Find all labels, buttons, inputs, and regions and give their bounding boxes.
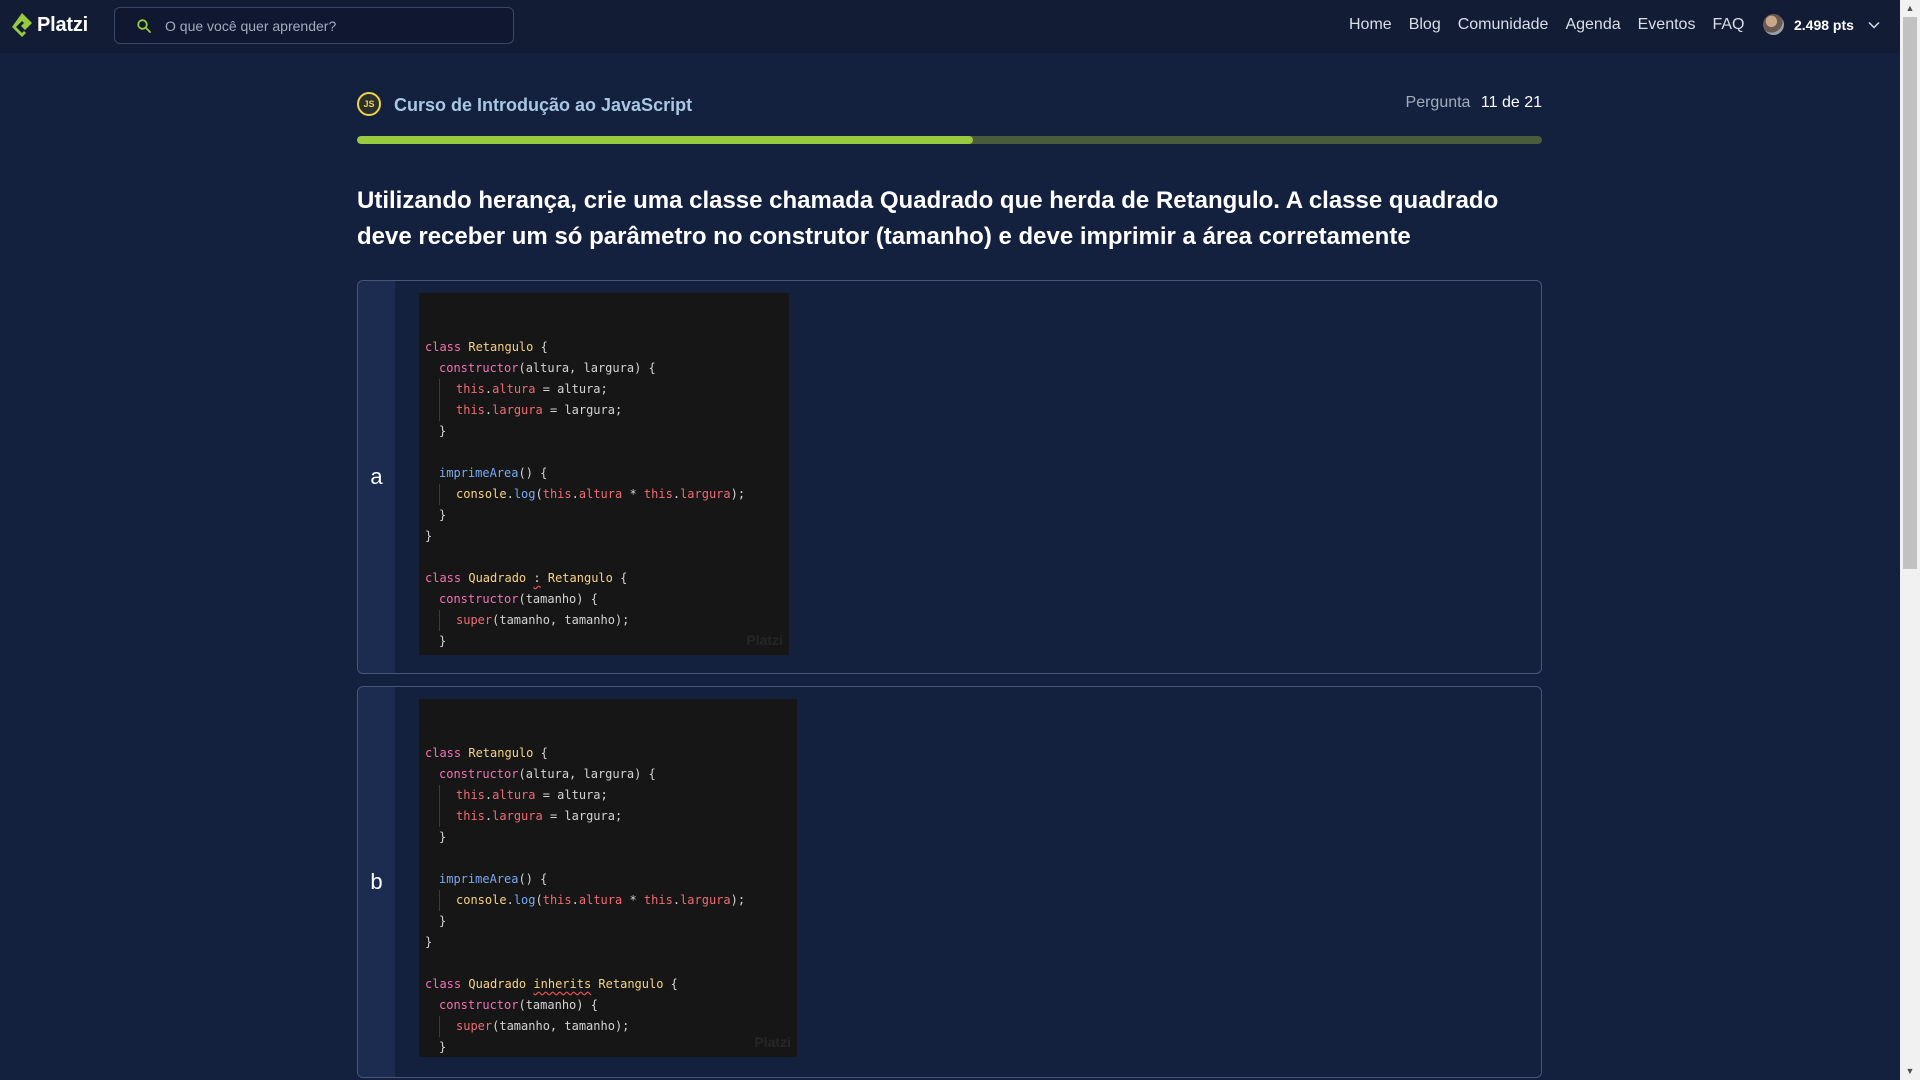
scroll-thumb[interactable] xyxy=(1903,17,1917,569)
code-line: this.altura = altura; xyxy=(425,379,783,400)
code-line: this.largura = largura; xyxy=(425,806,791,827)
code-line: this.altura = altura; xyxy=(425,785,791,806)
answer-option-b[interactable]: b class Retangulo { constructor(altura, l… xyxy=(357,686,1542,1078)
user-menu[interactable]: 2.498 pts xyxy=(1763,14,1880,35)
quiz-progress-fill xyxy=(357,136,974,144)
code-line: } xyxy=(439,1040,447,1054)
code-line: class Quadrado inherits Retangulo { xyxy=(425,977,678,991)
course-badge-icon: JS xyxy=(357,92,381,116)
course-header: JS Curso de Introdução ao JavaScript Per… xyxy=(357,92,1542,122)
code-line: } xyxy=(425,935,433,949)
question-counter-value: 11 de 21 xyxy=(1480,94,1542,111)
platzi-logo[interactable]: Platzi xyxy=(11,12,88,38)
nav-comunidade[interactable]: Comunidade xyxy=(1458,16,1549,34)
platzi-logo-icon xyxy=(12,13,32,37)
search-icon xyxy=(137,18,151,33)
user-points: 2.498 pts xyxy=(1794,16,1854,33)
code-line: super(tamanho, tamanho); xyxy=(425,610,783,631)
nav-blog[interactable]: Blog xyxy=(1409,16,1441,34)
nav-home[interactable]: Home xyxy=(1349,16,1392,34)
question-counter-label: Pergunta xyxy=(1405,94,1471,111)
question-counter: Pergunta 11 de 21 xyxy=(1406,94,1542,112)
option-letter: a xyxy=(358,281,395,673)
code-line: imprimeArea() { xyxy=(439,872,548,886)
search-input[interactable] xyxy=(165,17,495,34)
code-snippet: class Retangulo { constructor(altura, lar… xyxy=(419,699,797,1057)
code-line: } xyxy=(439,914,447,928)
question-text: Utilizando herança, crie uma classe cham… xyxy=(357,187,1499,250)
code-line: } xyxy=(425,529,433,543)
code-line: } xyxy=(439,830,447,844)
code-line: } xyxy=(439,508,447,522)
code-line: imprimeArea() { xyxy=(439,466,548,480)
nav-faq[interactable]: FAQ xyxy=(1712,16,1744,34)
code-line: class Retangulo { xyxy=(425,340,548,354)
code-line: constructor(tamanho) { xyxy=(439,998,598,1012)
top-navbar: Platzi Home Blog Comunidade Agenda Event… xyxy=(0,0,1900,53)
scroll-down-arrow-icon[interactable]: ▼ xyxy=(1900,1063,1920,1080)
answer-option-a[interactable]: a class Retangulo { constructor(altura, l… xyxy=(357,280,1542,674)
course-title[interactable]: Curso de Introdução ao JavaScript xyxy=(394,95,692,116)
code-line: class Retangulo { xyxy=(425,746,548,760)
option-letter: b xyxy=(358,687,395,1077)
quiz-progress-bar xyxy=(357,136,1542,144)
code-line: constructor(altura, largura) { xyxy=(439,767,656,781)
code-line: } xyxy=(439,634,447,648)
platzi-watermark: Platzi xyxy=(746,632,783,648)
logo-text: Platzi xyxy=(37,13,89,36)
code-line: constructor(tamanho) { xyxy=(439,592,598,606)
code-line: class Quadrado : Retangulo { xyxy=(425,571,628,585)
code-snippet: class Retangulo { constructor(altura, lar… xyxy=(419,293,789,655)
search-box[interactable] xyxy=(114,7,514,44)
main-nav: Home Blog Comunidade Agenda Eventos FAQ xyxy=(1349,16,1761,34)
code-line: console.log(this.altura * this.largura); xyxy=(425,890,791,911)
platzi-watermark: Platzi xyxy=(754,1034,791,1050)
page-scrollbar[interactable]: ▲ ▼ xyxy=(1900,0,1920,1080)
code-line: super(tamanho, tamanho); xyxy=(425,1016,791,1037)
nav-agenda[interactable]: Agenda xyxy=(1565,16,1620,34)
avatar xyxy=(1763,14,1784,35)
scroll-up-arrow-icon[interactable]: ▲ xyxy=(1900,0,1920,17)
code-line: this.largura = largura; xyxy=(425,400,783,421)
code-line: } xyxy=(425,652,783,655)
chevron-down-icon xyxy=(1868,18,1880,32)
nav-eventos[interactable]: Eventos xyxy=(1638,16,1696,34)
code-line: } xyxy=(439,424,447,438)
code-line: console.log(this.altura * this.largura); xyxy=(425,484,783,505)
code-line: constructor(altura, largura) { xyxy=(439,361,656,375)
